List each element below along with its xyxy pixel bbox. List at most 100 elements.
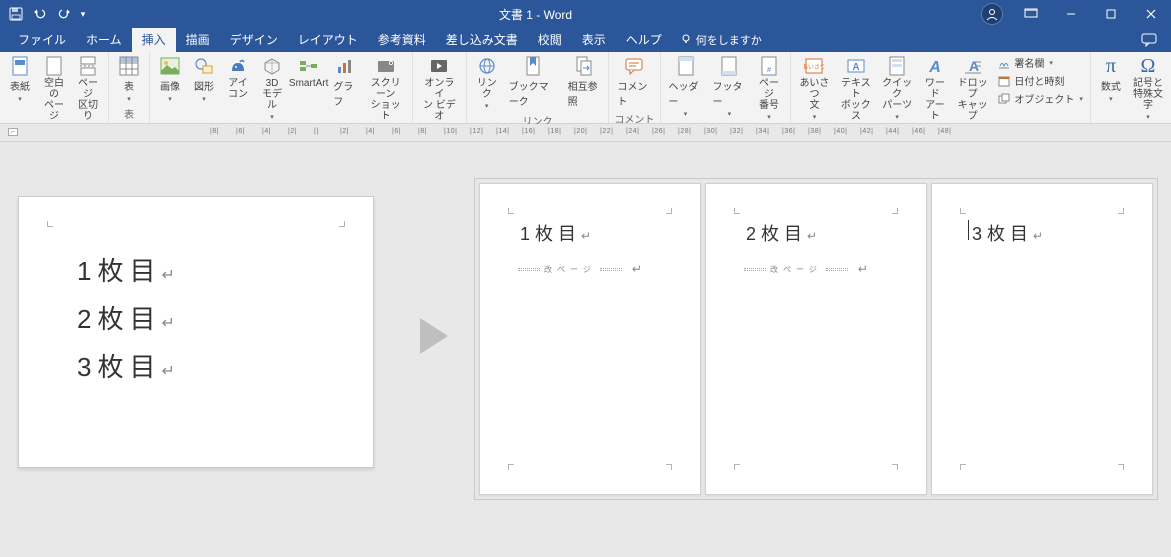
table-icon (119, 56, 139, 76)
table-button[interactable]: 表▾ (113, 54, 145, 105)
smartart-button[interactable]: SmartArt (290, 54, 327, 91)
page-break-indicator: 改ページ↵ (740, 262, 926, 276)
wordart-button[interactable]: Aワード アート▾ (919, 54, 951, 134)
pictures-button[interactable]: 画像▾ (154, 54, 186, 105)
qat-customize-button[interactable]: ▾ (76, 2, 90, 26)
icons-icon (228, 56, 248, 76)
redo-button[interactable] (52, 2, 76, 26)
ribbon-group-pages: 表紙▾ 空白の ページ ページ 区切り ページ (0, 52, 109, 123)
page-corner-mark (960, 204, 970, 214)
text-line: 1枚目↵ (77, 247, 373, 295)
text-line: 2枚目↵ (746, 220, 926, 246)
shapes-icon (194, 56, 214, 76)
tab-file[interactable]: ファイル (8, 28, 76, 52)
cross-reference-button[interactable]: 相互参照 (564, 54, 605, 110)
page-corner-mark (662, 204, 672, 214)
shapes-button[interactable]: 図形▾ (188, 54, 220, 105)
comments-button[interactable] (1127, 28, 1171, 52)
page-1[interactable]: 1枚目↵ 改ページ↵ (479, 183, 701, 495)
page-number-icon: # (759, 56, 779, 76)
document-title: 文書 1 - Word (90, 6, 981, 23)
bookmark-button[interactable]: ブックマーク (505, 54, 562, 110)
horizontal-ruler[interactable]: ⌐ |8||6||4||2||||2||4||6||8||10||12||14|… (0, 124, 1171, 142)
3d-models-button[interactable]: 3D モデル▾ (256, 54, 288, 123)
text-line: 2枚目↵ (77, 295, 373, 343)
close-button[interactable] (1131, 0, 1171, 28)
pages-after: 1枚目↵ 改ページ↵ 2枚目↵ 改ページ↵ 3枚目↵ (474, 178, 1158, 500)
ribbon: 表紙▾ 空白の ページ ページ 区切り ページ 表▾ 表 画像▾ 図形▾ アイ … (0, 52, 1171, 124)
cover-page-icon (10, 56, 30, 76)
symbol-button[interactable]: Ω記号と 特殊文字▾ (1129, 54, 1167, 123)
bookmark-icon (523, 56, 543, 76)
page-corner-mark (335, 217, 345, 227)
save-button[interactable] (4, 2, 28, 26)
text-cursor (968, 220, 969, 240)
ribbon-group-text: あいさつあいさつ 文▾ Aテキスト ボックス▾ クイック パーツ▾ Aワード ア… (791, 52, 1091, 123)
footer-icon (719, 56, 739, 76)
tell-me-search[interactable]: 何をしますか (672, 28, 770, 52)
object-button[interactable]: オブジェクト▾ (994, 90, 1086, 107)
text-line: 3枚目↵ (77, 343, 373, 391)
maximize-button[interactable] (1091, 0, 1131, 28)
link-icon (477, 56, 497, 76)
screenshot-button[interactable]: スクリーン ショット▾ (363, 54, 408, 134)
textbox-button[interactable]: Aテキスト ボックス▾ (836, 54, 875, 134)
comment-button[interactable]: コメント (613, 54, 655, 110)
ruler-tick: |12| (470, 128, 483, 135)
ribbon-display-options-button[interactable] (1011, 0, 1051, 28)
page-break-button[interactable]: ページ 区切り (72, 54, 104, 124)
tab-insert[interactable]: 挿入 (132, 28, 176, 52)
ruler-tick: |36| (782, 128, 795, 135)
ruler-tick: |18| (548, 128, 561, 135)
symbol-icon: Ω (1138, 56, 1158, 76)
tab-design[interactable]: デザイン (220, 28, 288, 52)
tab-layout[interactable]: レイアウト (288, 28, 368, 52)
link-button[interactable]: リン ク▾ (471, 54, 503, 112)
page-2[interactable]: 2枚目↵ 改ページ↵ (705, 183, 927, 495)
page-corner-mark (1114, 464, 1124, 474)
cover-page-button[interactable]: 表紙▾ (4, 54, 36, 105)
minimize-button[interactable] (1051, 0, 1091, 28)
ruler-tick: |48| (938, 128, 951, 135)
blank-page-button[interactable]: 空白の ページ (38, 54, 70, 124)
online-video-button[interactable]: オンライ ン ビデオ (417, 54, 462, 124)
tab-home[interactable]: ホーム (76, 28, 132, 52)
page-3[interactable]: 3枚目↵ (931, 183, 1153, 495)
picture-icon (160, 56, 180, 76)
ruler-tick: || (314, 128, 319, 135)
account-avatar[interactable] (981, 3, 1003, 25)
icons-button[interactable]: アイ コン (222, 54, 254, 102)
chart-button[interactable]: グラフ (329, 54, 361, 110)
ruler-tick: |8| (418, 128, 427, 135)
page-break-icon (78, 56, 98, 76)
footer-button[interactable]: フッター▾ (708, 54, 750, 120)
text-line: 1枚目↵ (520, 220, 700, 246)
blank-page-icon (44, 56, 64, 76)
date-time-button[interactable]: 日付と時刻 (994, 72, 1086, 89)
tab-draw[interactable]: 描画 (176, 28, 220, 52)
drop-cap-icon: A (963, 56, 983, 76)
page-single-before[interactable]: 1枚目↵ 2枚目↵ 3枚目↵ (18, 196, 374, 468)
tab-help[interactable]: ヘルプ (616, 28, 672, 52)
tab-mailings[interactable]: 差し込み文書 (436, 28, 528, 52)
equation-button[interactable]: π数式▾ (1095, 54, 1127, 105)
tab-view[interactable]: 表示 (572, 28, 616, 52)
greeting-icon: あいさつ (804, 56, 824, 76)
undo-button[interactable] (28, 2, 52, 26)
drop-cap-button[interactable]: Aドロップ キャップ▾ (953, 54, 992, 134)
signature-line-button[interactable]: 署名欄▾ (994, 54, 1086, 71)
tab-references[interactable]: 参考資料 (368, 28, 436, 52)
page-number-button[interactable]: #ページ 番号▾ (752, 54, 785, 123)
document-area: 1枚目↵ 2枚目↵ 3枚目↵ 1枚目↵ 改ページ↵ 2枚目↵ 改ページ↵ (0, 142, 1171, 557)
tab-review[interactable]: 校閲 (528, 28, 572, 52)
quick-parts-button[interactable]: クイック パーツ▾ (877, 54, 916, 123)
ruler-tick: |4| (262, 128, 271, 135)
greeting-button[interactable]: あいさつあいさつ 文▾ (795, 54, 834, 123)
page-corner-mark (47, 217, 57, 227)
quick-access-toolbar: ▾ (0, 2, 90, 26)
header-button[interactable]: ヘッダー▾ (665, 54, 707, 120)
ruler-tick: |4| (366, 128, 375, 135)
signature-icon (997, 56, 1011, 70)
window-controls (1011, 0, 1171, 28)
svg-text:あいさつ: あいさつ (804, 64, 824, 71)
